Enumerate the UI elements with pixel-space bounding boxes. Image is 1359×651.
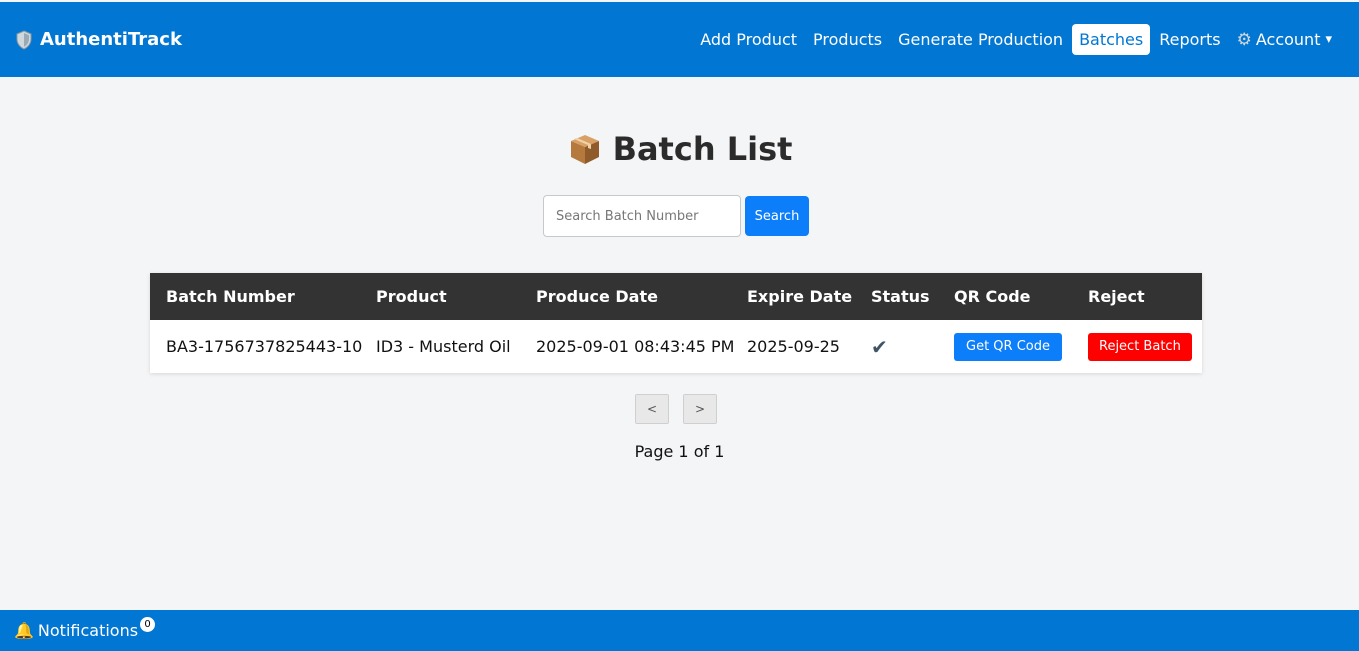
shield-icon: [16, 29, 32, 50]
notifications-bar[interactable]: 🔔 Notifications 0: [0, 610, 1359, 651]
notifications-label: Notifications: [37, 621, 139, 640]
cell-reject: Reject Batch: [1072, 320, 1202, 373]
main-nav: Add Product Products Generate Production…: [691, 24, 1339, 56]
search-bar: Search: [543, 195, 809, 237]
search-input[interactable]: [543, 195, 741, 237]
header-status: Status: [871, 287, 930, 306]
header-expire-date: Expire Date: [747, 287, 853, 306]
notifications-count-badge: 0: [140, 617, 156, 632]
nav-account-dropdown[interactable]: ⚙ Account ▾: [1230, 24, 1339, 56]
bell-icon: 🔔: [14, 621, 34, 640]
page-title: Batch List: [612, 130, 793, 168]
cell-expire-date: 2025-09-25: [747, 337, 840, 356]
account-label: Account: [1255, 30, 1321, 49]
gear-icon: ⚙: [1236, 29, 1252, 50]
cell-produce-date: 2025-09-01 08:43:45 PM: [536, 337, 735, 356]
pagination: < >: [635, 394, 731, 424]
header-reject: Reject: [1088, 287, 1145, 306]
nav-products[interactable]: Products: [806, 24, 889, 55]
search-button[interactable]: Search: [745, 196, 809, 236]
reject-batch-button[interactable]: Reject Batch: [1088, 332, 1192, 361]
brand-name: AuthentiTrack: [40, 29, 182, 50]
page-info: Page 1 of 1: [634, 442, 725, 461]
check-icon: ✔: [871, 334, 888, 359]
chevron-down-icon: ▾: [1325, 32, 1332, 47]
header-batch-number: Batch Number: [166, 287, 295, 306]
nav-batches[interactable]: Batches: [1072, 24, 1151, 55]
header-produce-date: Produce Date: [536, 287, 658, 306]
table-row: BA3-1756737825443-10 ID3 - Musterd Oil 2…: [150, 320, 1202, 373]
header-product: Product: [376, 287, 447, 306]
cell-batch-number: BA3-1756737825443-10: [166, 337, 363, 356]
cell-product: ID3 - Musterd Oil: [376, 337, 511, 356]
cell-status: ✔: [855, 320, 938, 373]
package-icon: [570, 135, 599, 164]
prev-page-button[interactable]: <: [635, 394, 669, 424]
table-header-row: Batch Number Product Produce Date Expire…: [150, 273, 1202, 320]
nav-reports[interactable]: Reports: [1152, 24, 1227, 55]
page-header: Batch List: [0, 130, 1359, 168]
nav-generate-production[interactable]: Generate Production: [891, 24, 1070, 55]
top-navbar: AuthentiTrack Add Product Products Gener…: [0, 2, 1359, 77]
header-qr-code: QR Code: [954, 287, 1031, 306]
brand[interactable]: AuthentiTrack: [14, 29, 182, 50]
batch-table: Batch Number Product Produce Date Expire…: [150, 273, 1202, 373]
nav-add-product[interactable]: Add Product: [693, 24, 804, 55]
get-qr-code-button[interactable]: Get QR Code: [954, 332, 1062, 361]
cell-qr-code: Get QR Code: [938, 320, 1072, 373]
next-page-button[interactable]: >: [683, 394, 717, 424]
